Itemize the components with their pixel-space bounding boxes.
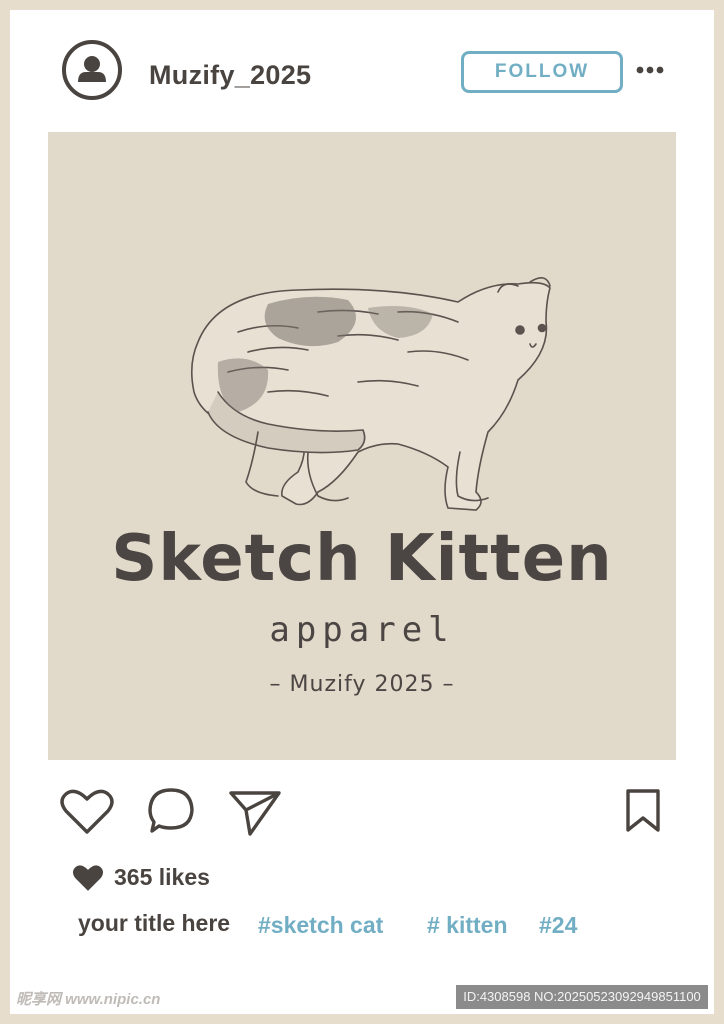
post-image: Sketch Kitten apparel – Muzify 2025 –	[48, 132, 676, 760]
follow-button[interactable]: FOLLOW	[461, 51, 623, 93]
avatar[interactable]	[62, 40, 122, 100]
post-header: Muzify_2025 FOLLOW	[10, 10, 714, 132]
post-caption: your title here #sketch cat # kitten #24	[78, 910, 577, 944]
post-card: Muzify_2025 FOLLOW Sketch Kitten apparel…	[10, 10, 714, 1014]
heart-filled-icon	[72, 864, 104, 897]
comment-icon[interactable]	[146, 786, 196, 841]
image-id-watermark: ID:4308598 NO:20250523092949851100	[456, 985, 708, 1009]
hashtag-link[interactable]: #24	[539, 912, 577, 939]
post-actions-bar	[10, 770, 714, 850]
heart-icon[interactable]	[60, 788, 114, 841]
caption-title: your title here	[78, 910, 231, 936]
bookmark-icon[interactable]	[624, 788, 662, 839]
hashtag-link[interactable]: # kitten	[427, 912, 508, 939]
image-brand-tagline: – Muzify 2025 –	[269, 672, 455, 697]
more-horizontal-icon[interactable]	[634, 58, 666, 82]
cat-sketch-illustration	[190, 277, 551, 511]
username[interactable]: Muzify_2025	[149, 60, 311, 91]
user-icon	[78, 56, 106, 82]
image-brand-title: Sketch Kitten	[111, 522, 613, 596]
send-icon[interactable]	[228, 788, 282, 843]
image-brand-subtitle: apparel	[269, 610, 455, 650]
site-watermark: 昵享网 www.nipic.cn	[16, 991, 161, 1008]
hashtag-link[interactable]: #sketch cat	[258, 912, 383, 939]
likes-count[interactable]: 365 likes	[114, 864, 210, 891]
